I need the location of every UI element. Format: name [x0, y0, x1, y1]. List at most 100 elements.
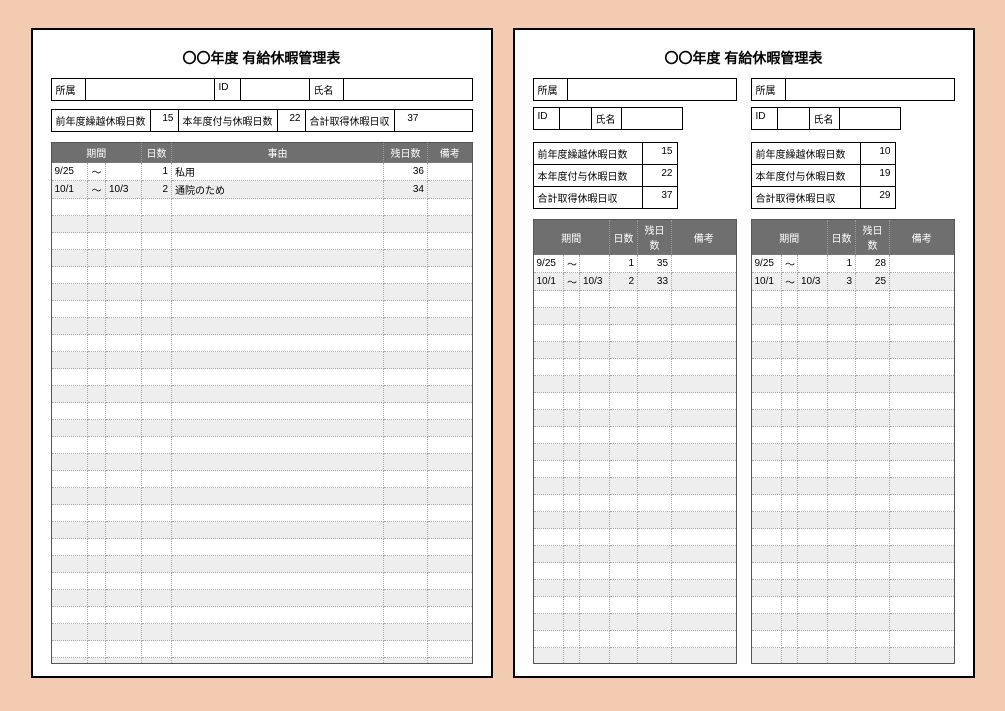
cell-empty [428, 284, 472, 301]
cell-empty [890, 495, 954, 512]
cell-empty [638, 563, 672, 580]
cell-empty [856, 512, 890, 529]
total-label: 合計取得休暇日収 [534, 187, 643, 208]
cell-empty [172, 658, 384, 665]
table-row [752, 342, 954, 359]
cell-empty [890, 563, 954, 580]
cell-empty [88, 607, 106, 624]
table-row [52, 556, 472, 573]
cell-empty [142, 233, 172, 250]
cell-empty [534, 410, 564, 427]
cell-empty [828, 546, 856, 563]
cell-empty [798, 427, 828, 444]
cell-empty [384, 233, 428, 250]
prev-label: 前年度繰越休暇日数 [752, 143, 861, 164]
cell-empty [638, 376, 672, 393]
cell-empty [384, 539, 428, 556]
table-row [752, 614, 954, 631]
cell-empty [672, 597, 736, 614]
cell-empty [88, 420, 106, 437]
cell-empty [856, 461, 890, 478]
cell-empty [106, 284, 142, 301]
cell-empty [856, 478, 890, 495]
table-row [534, 325, 736, 342]
cell-empty [106, 301, 142, 318]
id-value [778, 108, 810, 129]
id-value [241, 79, 310, 100]
cell-empty [106, 199, 142, 216]
cell-empty [172, 437, 384, 454]
total-label: 合計取得休暇日収 [752, 187, 861, 208]
cell-remarks [428, 163, 472, 181]
curr-label: 本年度付与休暇日数 [752, 165, 861, 186]
cell-empty [782, 631, 798, 648]
cell-empty [610, 580, 638, 597]
cell-empty [172, 267, 384, 284]
cell-empty [798, 410, 828, 427]
cell-empty [798, 580, 828, 597]
cell-empty [752, 563, 782, 580]
cell-to: 10/3 [798, 273, 828, 291]
cell-empty [828, 648, 856, 665]
cell-empty [856, 376, 890, 393]
table-row [534, 291, 736, 308]
cell-empty [856, 325, 890, 342]
cell-empty [534, 529, 564, 546]
cell-empty [142, 318, 172, 335]
cell-empty [106, 522, 142, 539]
table-row: 10/1～10/3325 [752, 273, 954, 291]
cell-empty [856, 393, 890, 410]
cell-empty [856, 597, 890, 614]
cell-empty [890, 359, 954, 376]
dept-label: 所属 [752, 79, 786, 100]
cell-empty [828, 478, 856, 495]
cell-empty [534, 648, 564, 665]
cell-sep: ～ [782, 255, 798, 273]
total-value: 37 [643, 187, 677, 208]
cell-empty [580, 427, 610, 444]
col-period: 期間 [52, 143, 142, 163]
cell-empty [534, 580, 564, 597]
cell-empty [52, 624, 88, 641]
cell-empty [142, 624, 172, 641]
cell-empty [798, 597, 828, 614]
cell-empty [384, 403, 428, 420]
cell-empty [52, 471, 88, 488]
cell-empty [428, 233, 472, 250]
cell-empty [782, 529, 798, 546]
table-row [52, 199, 472, 216]
cell-empty [428, 199, 472, 216]
cell-empty [172, 216, 384, 233]
cell-empty [638, 342, 672, 359]
table-row [534, 495, 736, 512]
cell-empty [828, 359, 856, 376]
cell-empty [672, 495, 736, 512]
cell-empty [672, 427, 736, 444]
cell-empty [52, 590, 88, 607]
cell-empty [88, 641, 106, 658]
cell-empty [798, 529, 828, 546]
table-row: 10/1～10/32通院のため34 [52, 181, 472, 199]
cell-empty [172, 301, 384, 318]
cell-empty [580, 563, 610, 580]
cell-empty [798, 614, 828, 631]
cell-empty [672, 410, 736, 427]
cell-remaining: 33 [638, 273, 672, 291]
cell-empty [752, 291, 782, 308]
cell-empty [384, 590, 428, 607]
cell-empty [106, 454, 142, 471]
cell-empty [172, 318, 384, 335]
cell-empty [428, 301, 472, 318]
cell-empty [798, 631, 828, 648]
cell-empty [638, 359, 672, 376]
cell-empty [106, 658, 142, 665]
table-row [534, 410, 736, 427]
cell-empty [564, 631, 580, 648]
cell-empty [428, 250, 472, 267]
cell-empty [384, 267, 428, 284]
cell-empty [782, 410, 798, 427]
table-row: 10/1～10/3233 [534, 273, 736, 291]
header-fields: 所属 ID 氏名 [51, 78, 473, 101]
cell-empty [384, 471, 428, 488]
table-row [752, 580, 954, 597]
